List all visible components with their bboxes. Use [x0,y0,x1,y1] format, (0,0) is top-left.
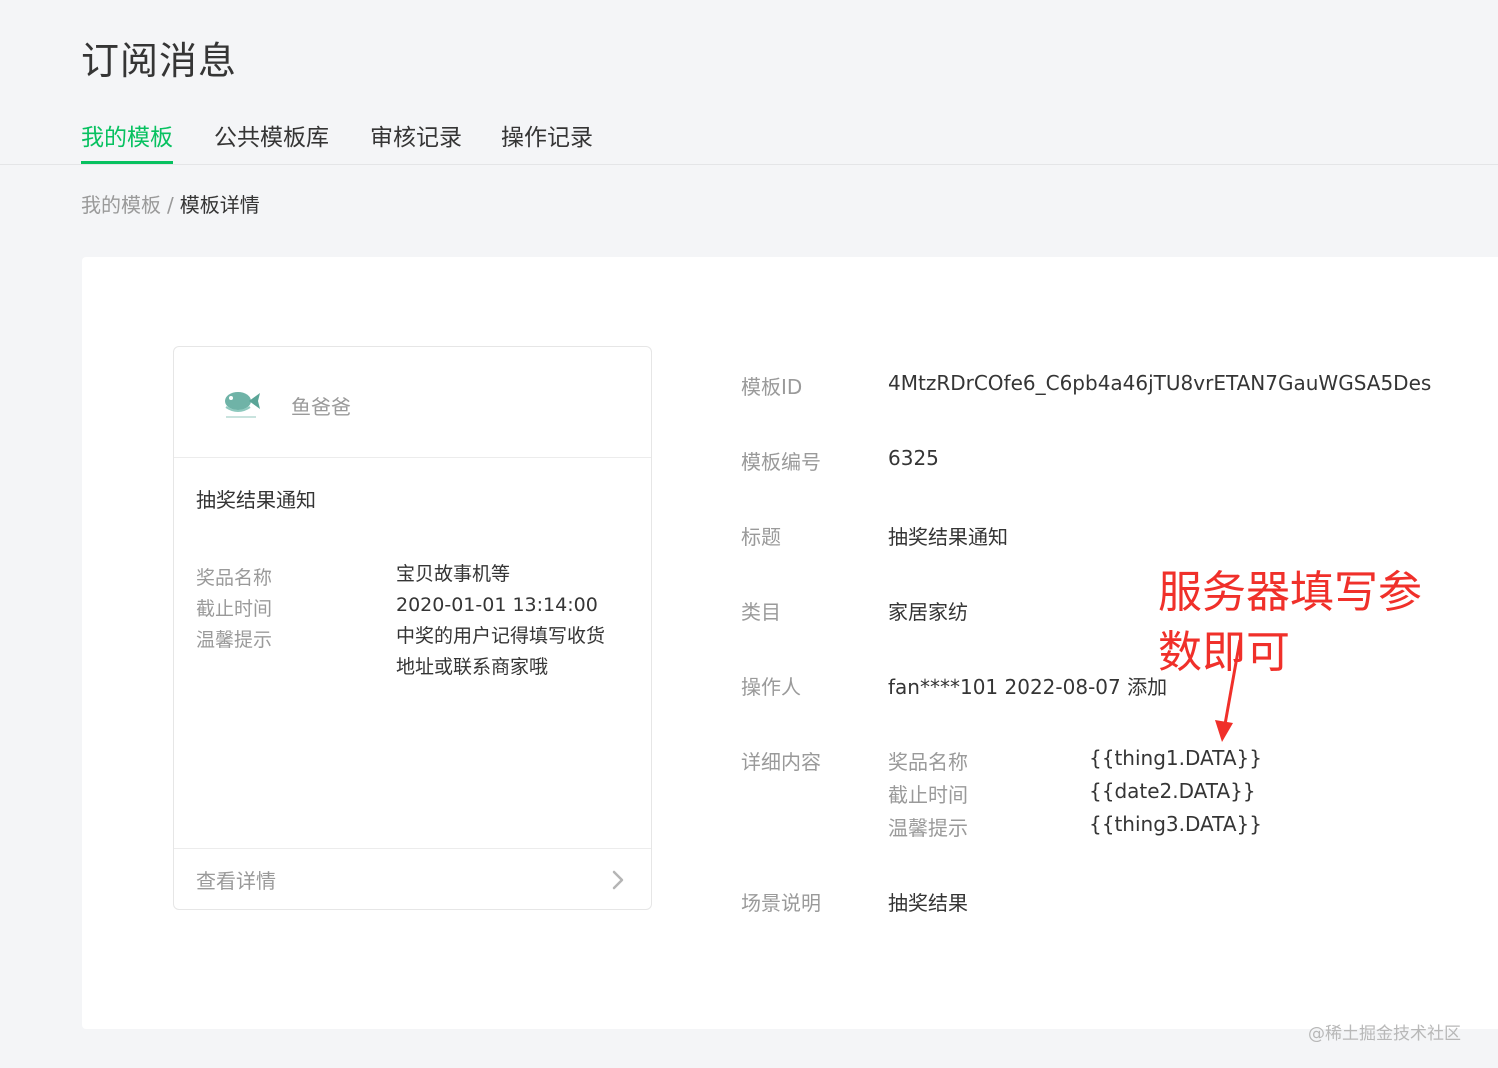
view-details-link[interactable]: 查看详情 [174,848,651,909]
label-content: 详细内容 [741,750,821,774]
field-key: 温馨提示 [196,629,273,651]
value-title: 抽奖结果通知 [888,525,1008,549]
page-title: 订阅消息 [81,39,238,83]
content-placeholder: {{thing3.DATA}} [1089,812,1262,836]
label-title: 标题 [741,525,781,549]
value-template-number: 6325 [888,446,939,470]
fish-logo-icon [225,392,260,418]
field-key: 截止时间 [196,598,273,620]
annotation-arrow-icon [1215,639,1242,742]
value-category: 家居家纺 [888,600,968,624]
tab-public-template-library[interactable]: 公共模板库 [214,118,329,162]
message-preview-card: 鱼爸爸 抽奖结果通知 奖品名称 宝贝故事机等 截止时间 2020-01-01 1… [173,346,652,910]
content-key: 截止时间 [888,783,968,807]
breadcrumb-parent-link[interactable]: 我的模板 [81,193,161,217]
content-key: 温馨提示 [888,816,968,840]
content-placeholder: {{date2.DATA}} [1089,779,1256,803]
field-value: 宝贝故事机等 [396,563,511,585]
tab-review-records[interactable]: 审核记录 [370,118,462,162]
label-scene: 场景说明 [741,891,821,915]
field-value: 2020-01-01 13:14:00 [396,594,598,616]
tab-my-templates[interactable]: 我的模板 [81,118,173,164]
value-template-id: 4MtzRDrCOfe6_C6pb4a46jTU8vrETAN7GauWGSA5… [888,371,1432,395]
chevron-right-icon [612,870,624,890]
field-value: 中奖的用户记得填写收货地址或联系商家哦 [396,625,606,678]
card-header: 鱼爸爸 [174,347,651,458]
account-name: 鱼爸爸 [291,395,351,419]
tab-operation-records[interactable]: 操作记录 [501,118,593,162]
tab-bar: 我的模板 公共模板库 审核记录 操作记录 [0,118,1498,165]
breadcrumb-separator: / [167,193,174,217]
label-template-id: 模板ID [741,375,803,399]
label-category: 类目 [741,600,781,624]
view-details-label: 查看详情 [196,869,276,893]
message-title: 抽奖结果通知 [196,488,316,512]
watermark: @稀土掘金技术社区 [1308,1024,1461,1044]
value-scene: 抽奖结果 [888,891,968,915]
content-key: 奖品名称 [888,750,968,774]
breadcrumb-current: 模板详情 [179,193,260,217]
value-operator: fan****101 2022-08-07 添加 [888,675,1168,699]
breadcrumb: 我的模板 / 模板详情 [81,189,260,218]
label-template-number: 模板编号 [741,450,821,474]
field-key: 奖品名称 [196,567,273,589]
label-operator: 操作人 [741,675,801,699]
